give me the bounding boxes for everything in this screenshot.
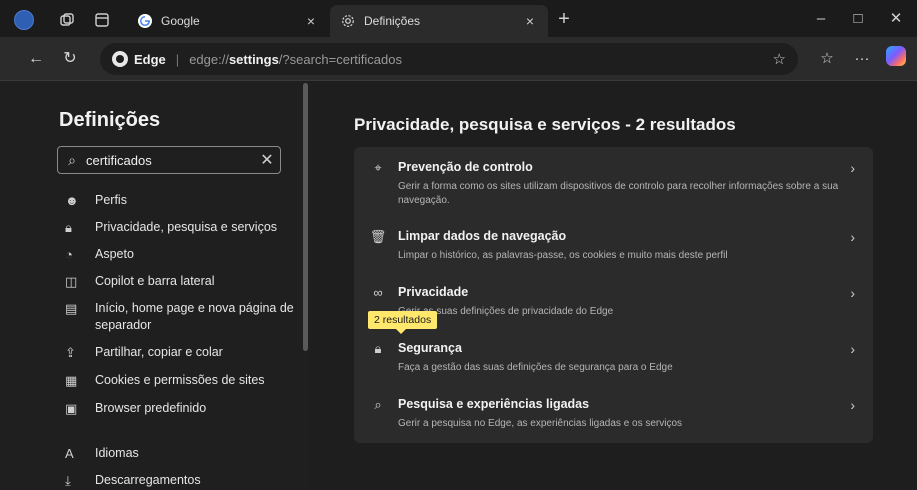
sidebar-item-aspeto[interactable]: ◔ Aspeto <box>65 246 295 263</box>
sidebar-item-label: Partilhar, copiar e colar <box>95 345 223 359</box>
sidebar-title: Definições <box>59 109 161 131</box>
settings-search-input[interactable]: ⌕ certificados ✕ <box>57 146 281 174</box>
tab-title: Definições <box>364 14 421 28</box>
profile-icon: ☻ <box>65 193 79 208</box>
address-separator: | <box>175 51 180 67</box>
tab-title: Google <box>161 14 200 28</box>
url-scheme: edge:// <box>189 51 229 67</box>
chevron-right-icon: › <box>850 341 855 357</box>
results-card: ⌖ Prevenção de controlo › Gerir a forma … <box>354 147 873 443</box>
gear-icon <box>340 13 356 29</box>
result-description: Gerir a pesquisa no Edge, as experiência… <box>398 418 683 429</box>
default-browser-icon: ▣ <box>65 401 78 416</box>
sidebar-item-privacidade[interactable]: 🔒︎ Privacidade, pesquisa e serviços <box>65 219 295 236</box>
result-title: Limpar dados de navegação <box>398 229 567 243</box>
close-tab-icon[interactable]: × <box>520 13 540 29</box>
sidebar-item-label: Perfis <box>95 193 127 207</box>
edge-logo-icon <box>112 51 128 67</box>
sidebar-item-browser-predefinido[interactable]: ▣ Browser predefinido <box>65 400 295 417</box>
trash-icon: 🗑︎ <box>369 229 387 244</box>
maximize-button[interactable]: □ <box>843 8 873 30</box>
tab-actions-icon[interactable] <box>93 11 111 29</box>
lock-icon: 🔒︎ <box>65 220 72 235</box>
sidebar-item-partilhar[interactable]: ⇪ Partilhar, copiar e colar <box>65 344 295 361</box>
close-tab-icon[interactable]: × <box>301 13 321 29</box>
chevron-right-icon: › <box>850 285 855 301</box>
sidebar-scrollbar[interactable] <box>303 83 308 351</box>
refresh-icon[interactable]: ↻ <box>60 49 80 69</box>
tab-settings[interactable]: Definições × <box>330 5 548 37</box>
settings-sidebar: Definições ⌕ certificados ✕ ☻ Perfis 🔒︎ … <box>0 81 310 490</box>
lock-icon: 🔒︎ <box>374 341 382 356</box>
glasses-icon: ∞ <box>373 285 383 300</box>
result-description: Gerir as suas definições de privacidade … <box>398 306 614 317</box>
tracking-icon: ⌖ <box>374 160 382 175</box>
result-title: Prevenção de controlo <box>398 160 533 174</box>
sidebar-item-idiomas[interactable]: A Idiomas <box>65 445 295 462</box>
result-description: Faça a gestão das suas definições de seg… <box>398 362 673 373</box>
chevron-right-icon: › <box>850 397 855 413</box>
clear-search-icon[interactable]: ✕ <box>254 150 280 170</box>
chevron-right-icon: › <box>850 160 855 176</box>
copilot-icon[interactable] <box>886 46 906 66</box>
sidebar-item-label: Descarregamentos <box>95 473 201 487</box>
favorites-list-icon[interactable]: ☆ <box>816 49 838 69</box>
search-icon: ⌕ <box>374 397 382 412</box>
appearance-icon: ◔ <box>65 247 73 262</box>
sidebar-item-copilot[interactable]: ◫ Copilot e barra lateral <box>65 273 295 290</box>
cookies-icon: ▦ <box>65 373 78 388</box>
home-page-icon: ▤ <box>65 301 78 316</box>
address-bar[interactable]: Edge | edge:// settings /?search=certifi… <box>100 43 798 75</box>
sidebar-item-inicio[interactable]: ▤ Início, home page e nova página de sep… <box>65 300 295 334</box>
search-value[interactable]: certificados <box>86 153 254 168</box>
result-title: Segurança <box>398 341 462 355</box>
workspaces-icon[interactable] <box>58 11 76 29</box>
search-icon: ⌕ <box>68 151 76 168</box>
sidebar-item-label: Aspeto <box>95 247 134 261</box>
more-options-icon[interactable]: ··· <box>851 49 873 69</box>
url-path: /?search=certificados <box>278 51 402 67</box>
tab-google[interactable]: Google × <box>127 5 329 37</box>
sidebar-item-label: Privacidade, pesquisa e serviços <box>95 220 278 234</box>
result-description: Gerir a forma como os sites utilizam dis… <box>398 181 839 206</box>
title-bar: Google × Definições × + – □ ✕ <box>0 0 917 37</box>
navigation-bar: ← ↻ Edge | edge:// settings /?search=cer… <box>0 37 917 81</box>
languages-icon: A <box>65 446 74 461</box>
sidebar-item-cookies[interactable]: ▦ Cookies e permissões de sites <box>65 372 295 389</box>
minimize-button[interactable]: – <box>806 8 836 30</box>
sidebar-item-descarregamentos[interactable]: ⤓ Descarregamentos <box>65 472 295 489</box>
result-title: Pesquisa e experiências ligadas <box>398 397 590 411</box>
result-description: Limpar o histórico, as palavras-passe, o… <box>398 250 728 261</box>
sidebar-item-label: Copilot e barra lateral <box>95 274 215 288</box>
close-window-button[interactable]: ✕ <box>881 8 911 30</box>
share-icon: ⇪ <box>65 345 76 360</box>
result-title: Privacidade <box>398 285 469 299</box>
results-count-tooltip: 2 resultados <box>368 311 438 334</box>
results-heading: Privacidade, pesquisa e serviços - 2 res… <box>354 115 736 134</box>
sidebar-item-label: Idiomas <box>95 446 139 460</box>
chevron-right-icon: › <box>850 229 855 245</box>
browser-brand: Edge <box>134 51 166 67</box>
settings-main: Privacidade, pesquisa e serviços - 2 res… <box>310 81 917 490</box>
sidebar-item-label: Início, home page e nova página de separ… <box>95 301 294 332</box>
profile-avatar[interactable] <box>14 10 34 30</box>
favorite-star-icon[interactable]: ☆ <box>773 50 786 68</box>
sidebar-item-label: Browser predefinido <box>95 401 207 415</box>
sidebar-icon: ◫ <box>65 274 78 289</box>
download-icon: ⤓ <box>65 473 71 488</box>
back-arrow-icon[interactable]: ← <box>26 49 46 69</box>
sidebar-item-label: Cookies e permissões de sites <box>95 373 265 387</box>
new-tab-button[interactable]: + <box>552 8 576 32</box>
google-icon <box>137 13 153 29</box>
url-host: settings <box>228 51 279 67</box>
sidebar-item-perfis[interactable]: ☻ Perfis <box>65 192 295 209</box>
